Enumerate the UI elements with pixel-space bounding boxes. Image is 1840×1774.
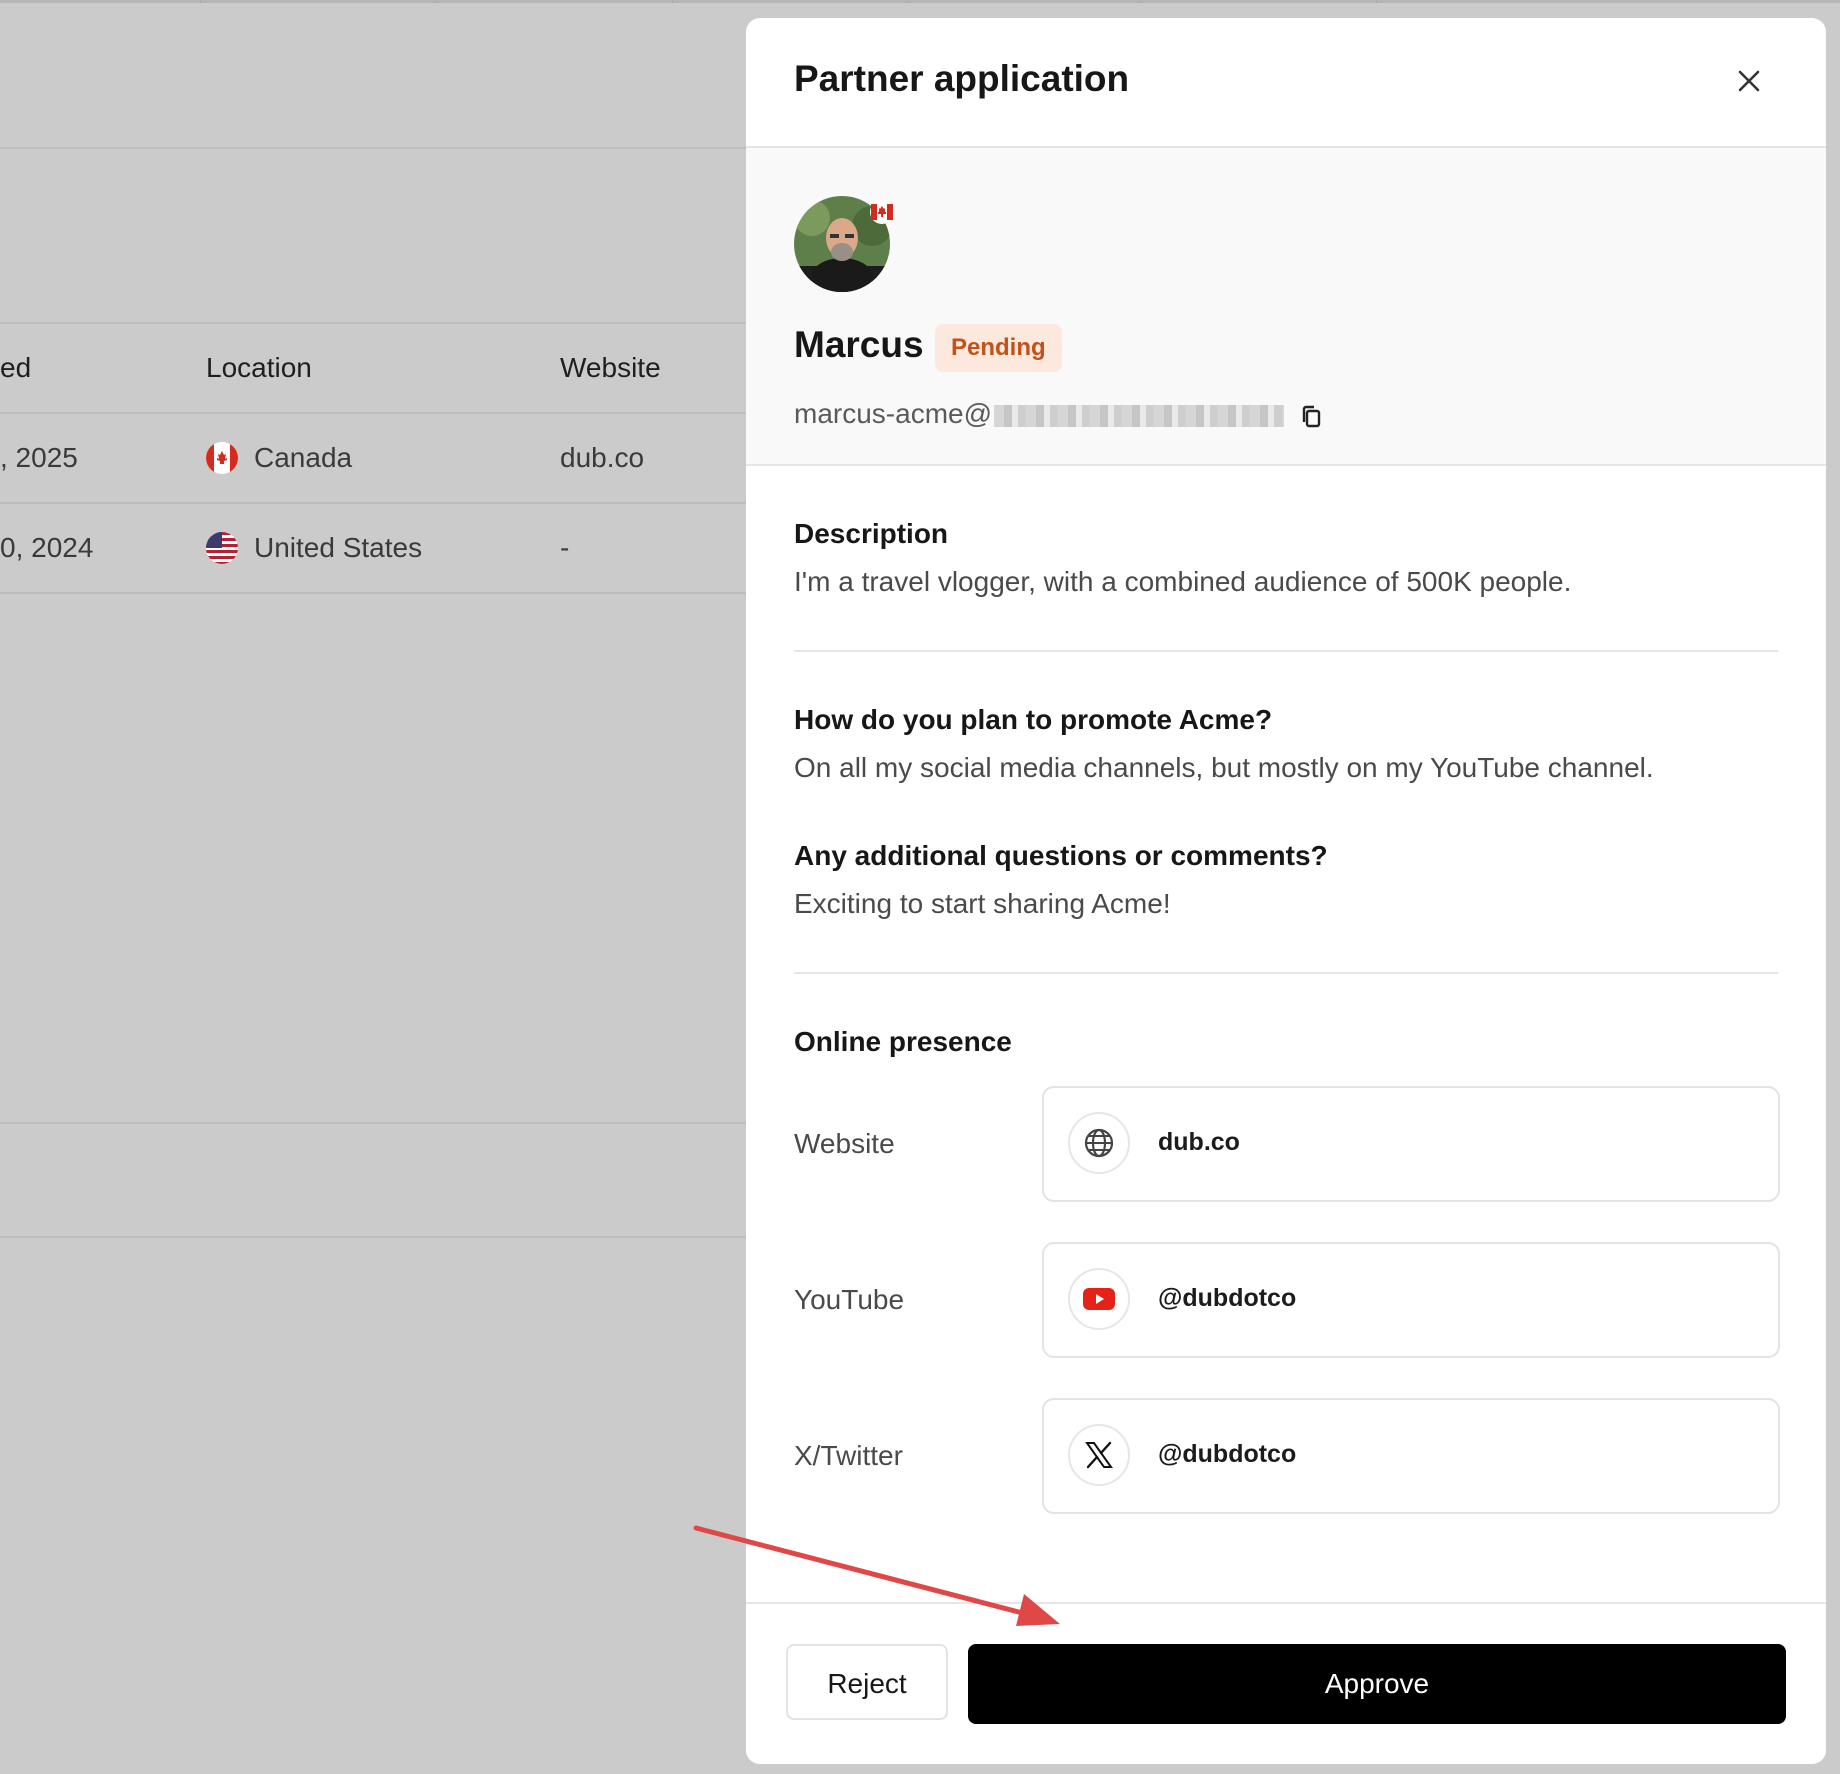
x-twitter-icon (1068, 1424, 1130, 1486)
table-cell-location: United States (254, 532, 423, 563)
column-tick (908, 0, 909, 3)
divider (0, 147, 746, 149)
divider (0, 502, 746, 504)
divider (0, 1236, 746, 1238)
description-title: Description (794, 518, 949, 549)
approve-button[interactable]: Approve (968, 1644, 1786, 1724)
globe-icon (1068, 1112, 1130, 1174)
panel-footer: Reject Approve (746, 1602, 1826, 1764)
youtube-value: @dubdotco (1158, 1284, 1297, 1312)
panel-title: Partner application (794, 58, 1130, 99)
table-cell-website: - (560, 532, 570, 563)
partner-email: marcus-acme@ (794, 398, 1285, 430)
close-button[interactable] (1730, 62, 1768, 100)
column-tick (200, 0, 201, 3)
us-flag-icon (206, 532, 238, 564)
column-tick (1376, 0, 1377, 3)
top-border (0, 0, 1840, 3)
youtube-link[interactable]: @dubdotco (1042, 1242, 1780, 1358)
website-link[interactable]: dub.co (1042, 1086, 1780, 1202)
website-value: dub.co (1158, 1128, 1240, 1156)
avatar-flag-icon (870, 200, 894, 224)
youtube-icon (1068, 1268, 1130, 1330)
column-tick (672, 0, 673, 3)
column-tick (436, 0, 437, 3)
email-prefix: marcus-acme@ (794, 398, 993, 429)
partner-name: Marcus (794, 324, 924, 365)
online-presence-title: Online presence (794, 1026, 1012, 1057)
status-badge: Pending (935, 324, 1062, 372)
x-twitter-value: @dubdotco (1158, 1440, 1297, 1468)
partner-profile: Marcus Pending marcus-acme@ (746, 148, 1826, 466)
question-answer: On all my social media channels, but mos… (794, 752, 1654, 783)
website-label: Website (794, 1128, 895, 1159)
divider (0, 412, 746, 414)
email-redacted (994, 404, 1285, 427)
avatar (794, 196, 894, 292)
table-cell-website[interactable]: dub.co (560, 442, 644, 474)
question-title: How do you plan to promote Acme? (794, 704, 1273, 735)
column-tick (1140, 0, 1141, 3)
table-cell-date: , 2025 (0, 442, 78, 473)
close-icon (1738, 70, 1760, 92)
youtube-label: YouTube (794, 1284, 905, 1315)
divider (0, 1122, 746, 1124)
reject-button[interactable]: Reject (786, 1644, 948, 1720)
canada-flag-icon (206, 442, 238, 474)
x-twitter-label: X/Twitter (794, 1440, 903, 1471)
column-header-location[interactable]: Location (206, 352, 312, 384)
column-header-date[interactable]: ed (0, 352, 31, 384)
divider (794, 650, 1778, 652)
copy-icon[interactable] (1300, 404, 1324, 430)
table-cell-date: 0, 2024 (0, 532, 94, 563)
divider (0, 322, 746, 324)
description-text: I'm a travel vlogger, with a combined au… (794, 566, 1572, 597)
question-title: Any additional questions or comments? (794, 840, 1328, 871)
divider (0, 592, 746, 594)
divider (794, 972, 1778, 974)
partner-application-panel: Partner application Marcus Pending marcu… (746, 18, 1826, 1764)
column-header-website[interactable]: Website (560, 352, 661, 384)
x-twitter-link[interactable]: @dubdotco (1042, 1398, 1780, 1514)
table-cell-location: Canada (254, 442, 353, 473)
question-answer: Exciting to start sharing Acme! (794, 888, 1171, 919)
panel-header: Partner application (746, 18, 1826, 148)
